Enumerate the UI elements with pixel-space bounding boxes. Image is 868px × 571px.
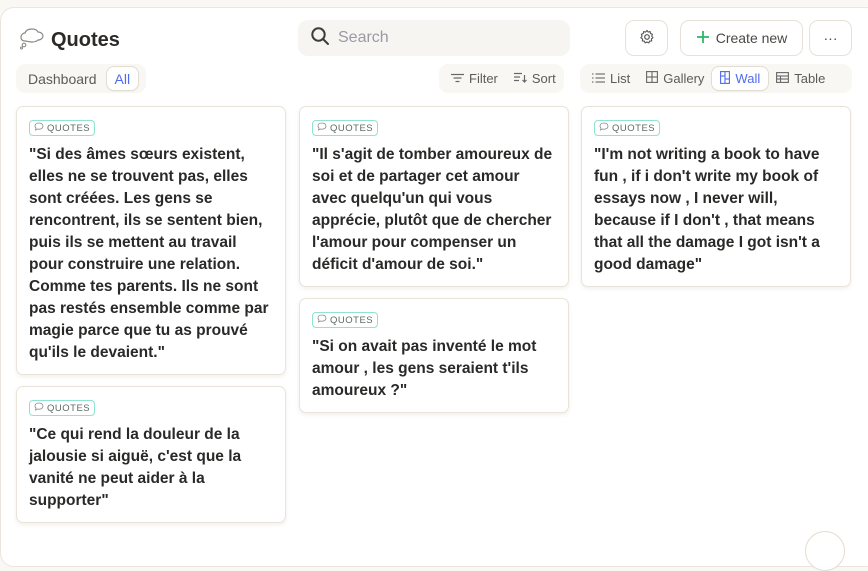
quotes-tag: QUOTES: [594, 120, 661, 136]
tag-label: QUOTES: [330, 314, 374, 326]
quotes-tag: QUOTES: [29, 120, 96, 136]
list-icon: [592, 71, 605, 86]
filter-button[interactable]: Filter: [443, 67, 506, 90]
quote-text: "Ce qui rend la douleur de la jalousie s…: [29, 426, 242, 509]
layout-switcher: List Gallery Wall Table: [580, 64, 852, 93]
filter-label: Filter: [469, 71, 498, 86]
view-switcher: Dashboard All: [16, 64, 146, 93]
ellipsis-icon: ···: [823, 30, 838, 46]
quote-text: "Si des âmes sœurs existent, elles ne se…: [29, 146, 269, 361]
quote-card[interactable]: QUOTES "Si des âmes sœurs existent, elle…: [16, 106, 286, 375]
quotes-tag: QUOTES: [312, 120, 379, 136]
filter-sort-bar: Filter Sort: [439, 64, 564, 93]
layout-gallery[interactable]: Gallery: [638, 67, 712, 90]
view-all-label: All: [114, 70, 131, 87]
speech-bubble-icon: [34, 402, 44, 414]
speech-bubble-icon: [317, 122, 327, 134]
layout-wall[interactable]: Wall: [712, 67, 769, 90]
floating-action-button[interactable]: [805, 531, 845, 571]
tag-label: QUOTES: [330, 122, 374, 134]
speech-bubble-icon: [599, 122, 609, 134]
layout-list[interactable]: List: [584, 67, 638, 90]
view-dashboard[interactable]: Dashboard: [20, 67, 105, 90]
gallery-icon: [646, 71, 659, 86]
settings-button[interactable]: [625, 20, 668, 56]
layout-table-label: Table: [794, 71, 826, 86]
sort-button[interactable]: Sort: [506, 67, 564, 90]
thought-bubble-icon: [19, 26, 45, 55]
plus-icon: [696, 30, 710, 47]
quotes-tag: QUOTES: [312, 312, 379, 328]
page-title-text: Quotes: [51, 29, 120, 51]
quote-card[interactable]: QUOTES "Ce qui rend la douleur de la jal…: [16, 386, 286, 523]
quote-text: "Si on avait pas inventé le mot amour , …: [312, 338, 537, 399]
filter-icon: [451, 71, 464, 86]
page-title: Quotes: [19, 26, 120, 55]
quote-card[interactable]: QUOTES "Il s'agit de tomber amoureux de …: [299, 106, 569, 287]
layout-list-label: List: [610, 71, 631, 86]
sort-label: Sort: [531, 71, 556, 86]
view-dashboard-label: Dashboard: [28, 70, 97, 87]
quotes-tag: QUOTES: [29, 400, 96, 416]
speech-bubble-icon: [317, 314, 327, 326]
quote-text: "I'm not writing a book to have fun , if…: [594, 146, 820, 273]
tag-label: QUOTES: [612, 122, 656, 134]
quote-card[interactable]: QUOTES "Si on avait pas inventé le mot a…: [299, 298, 569, 413]
view-all[interactable]: All: [106, 67, 139, 90]
speech-bubble-icon: [34, 122, 44, 134]
wall-icon: [720, 70, 731, 87]
create-new-label: Create new: [715, 30, 788, 46]
wall-column-2: QUOTES "Il s'agit de tomber amoureux de …: [299, 106, 569, 413]
quote-text: "Il s'agit de tomber amoureux de soi et …: [312, 146, 553, 273]
tag-label: QUOTES: [47, 122, 91, 134]
create-new-button[interactable]: Create new: [680, 20, 803, 56]
quote-card[interactable]: QUOTES "I'm not writing a book to have f…: [581, 106, 851, 287]
search-icon: [310, 26, 330, 51]
layout-gallery-label: Gallery: [663, 71, 705, 86]
gear-icon: [639, 29, 655, 48]
sort-icon: [513, 71, 527, 86]
search-bar[interactable]: [298, 20, 570, 56]
wall-column-3: QUOTES "I'm not writing a book to have f…: [581, 106, 851, 287]
layout-wall-label: Wall: [735, 71, 761, 86]
more-options-button[interactable]: ···: [809, 20, 852, 56]
wall-column-1: QUOTES "Si des âmes sœurs existent, elle…: [16, 106, 286, 523]
layout-table[interactable]: Table: [768, 67, 833, 90]
table-icon: [776, 71, 790, 86]
tag-label: QUOTES: [47, 402, 91, 414]
search-input[interactable]: [338, 29, 538, 47]
